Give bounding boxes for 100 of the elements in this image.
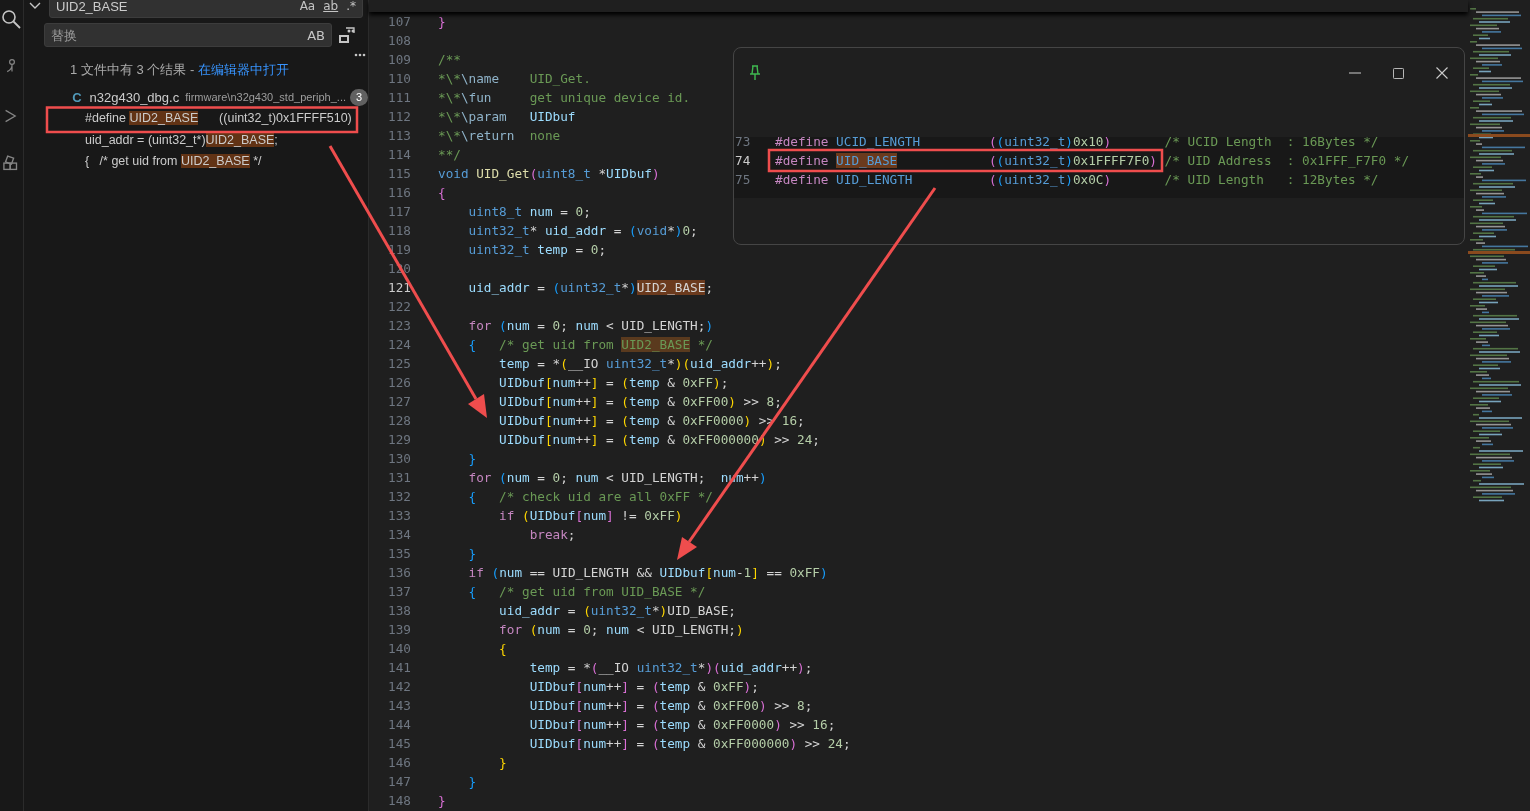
line-number: 74 [734, 152, 752, 170]
close-icon[interactable] [1436, 67, 1448, 79]
search-option-toggle[interactable]: Aa [296, 0, 319, 16]
line-number: 141 [387, 659, 411, 677]
line-number: 135 [387, 545, 411, 563]
result-count-badge: 3 [350, 88, 368, 106]
line-number: 115 [387, 165, 411, 183]
line-number: 123 [387, 317, 411, 335]
preserve-case-toggle[interactable]: AB [304, 25, 328, 45]
line-number: 111 [387, 89, 411, 107]
code-line: #define UCID_LENGTH ((uint32_t)0x10) /* UCID Length : 16Bytes */ [775, 133, 1379, 151]
line-number: 130 [387, 450, 411, 468]
code-line: { /* get uid from UID_BASE */ [467, 583, 706, 601]
code-line: uint32_t temp = 0; [467, 241, 607, 259]
search-result[interactable]: #define UID2_BASE ((uint32_t)0x1FFFF510) [85, 108, 352, 130]
line-number: 137 [387, 583, 411, 601]
line-number: 127 [387, 393, 411, 411]
line-number: 139 [387, 621, 411, 639]
code-line: uint32_t* uid_addr = (void*)0; [467, 222, 698, 240]
line-number: 147 [387, 773, 411, 791]
line-number: 117 [387, 203, 411, 221]
code-line: } [467, 773, 477, 791]
line-number: 145 [387, 735, 411, 753]
code-line: UIDbuf[num++] = (temp & 0xFF); [528, 678, 759, 696]
code-line: temp = *(__IO uint32_t*)(uid_addr++); [498, 355, 782, 373]
code-line: UIDbuf[num++] = (temp & 0xFF00) >> 8; [498, 393, 782, 411]
file-path: firmware\n32g430_std_periph_... [185, 91, 346, 103]
code-line: break; [528, 526, 576, 544]
c-file-icon: C [72, 89, 82, 105]
search-option-toggle[interactable]: ab [320, 0, 342, 16]
code-line: temp = *(__IO uint32_t*)(uid_addr++); [528, 659, 813, 677]
line-number: 124 [387, 336, 411, 354]
line-number: 138 [387, 602, 411, 620]
file-name[interactable]: n32g430_dbg.c [89, 89, 180, 105]
pin-icon[interactable] [748, 65, 762, 81]
line-number: 129 [387, 431, 411, 449]
code-line: uid_addr = (uint32_t*)UID_BASE; [498, 602, 736, 620]
code-line: /** [438, 51, 461, 69]
code-line: *\*\param UIDbuf [438, 108, 576, 126]
code-line: for (num = 0; num < UID_LENGTH;) [467, 317, 714, 335]
line-number: 132 [387, 488, 411, 506]
line-number: 125 [387, 355, 411, 373]
line-number: 109 [387, 51, 411, 69]
maximize-icon[interactable] [1393, 67, 1404, 79]
line-number: 75 [734, 171, 752, 189]
code-line: { /* check uid are all 0xFF */ [467, 488, 713, 506]
code-line: if (UIDbuf[num] != 0xFF) [498, 507, 683, 525]
code-line: #define UID_LENGTH ((uint32_t)0x0C) /* UID Length : 12Bytes */ [775, 171, 1379, 189]
line-number: 140 [387, 640, 411, 658]
line-number: 116 [387, 184, 411, 202]
line-number: 148 [387, 792, 411, 810]
line-number: 143 [387, 697, 411, 715]
code-line: { [438, 184, 446, 202]
code-line: UIDbuf[num++] = (temp & 0xFF0000) >> 16; [528, 716, 836, 734]
code-line: void UID_Get(uint8_t *UIDbuf) [438, 165, 660, 183]
line-number: 134 [387, 526, 411, 544]
code-line: UIDbuf[num++] = (temp & 0xFF00) >> 8; [528, 697, 813, 715]
more-icon[interactable] [354, 53, 366, 57]
line-number: 146 [387, 754, 411, 772]
line-number: 136 [387, 564, 411, 582]
line-number: 112 [387, 108, 411, 126]
code-line: { /* get uid from UID2_BASE */ [467, 336, 713, 354]
result-summary: 1 文件中有 3 个结果 - [70, 62, 196, 77]
search-result[interactable]: { /* get uid from UID2_BASE */ [85, 151, 262, 173]
code-line: } [438, 13, 446, 31]
code-line: } [438, 792, 446, 810]
line-number: 128 [387, 412, 411, 430]
code-line: if (num == UID_LENGTH && UIDbuf[num-1] == 0xFF) [467, 564, 828, 582]
code-line: } [467, 450, 477, 468]
search-option-toggle[interactable]: .* [343, 0, 359, 16]
code-line: **/ [438, 146, 461, 164]
code-line: uid_addr = (uint32_t*)UID2_BASE; [467, 279, 713, 297]
open-in-editor-link[interactable]: 在编辑器中打开 [197, 62, 289, 77]
code-line: *\*\return none [438, 127, 561, 145]
code-line: UIDbuf[num++] = (temp & 0xFF); [498, 374, 729, 392]
line-number: 133 [387, 507, 411, 525]
line-number: 121 [387, 279, 411, 297]
code-line: { [498, 640, 507, 658]
search-result[interactable]: uid_addr = (uint32_t*)UID2_BASE; [85, 129, 278, 151]
line-number: 126 [387, 374, 411, 392]
code-line: *\*\fun get unique device id. [438, 89, 691, 107]
line-number: 144 [387, 716, 411, 734]
line-number: 122 [387, 298, 411, 316]
code-line: *\*\name UID_Get. [438, 70, 591, 88]
code-line: } [498, 754, 507, 772]
line-number: 118 [387, 222, 411, 240]
line-number: 107 [387, 13, 411, 31]
code-line: uint8_t num = 0; [467, 203, 591, 221]
collapse-chevron-icon[interactable] [29, 2, 41, 10]
line-number: 131 [387, 469, 411, 487]
replace-all-icon[interactable] [338, 26, 356, 44]
line-number: 110 [387, 70, 411, 88]
code-line: } [467, 545, 477, 563]
line-number: 108 [387, 32, 411, 50]
line-number: 113 [387, 127, 411, 145]
line-number: 142 [387, 678, 411, 696]
line-number: 73 [734, 133, 752, 151]
code-line: for (num = 0; num < UID_LENGTH;) [498, 621, 744, 639]
search-icon[interactable] [1, 10, 22, 30]
line-number: 114 [387, 146, 411, 164]
